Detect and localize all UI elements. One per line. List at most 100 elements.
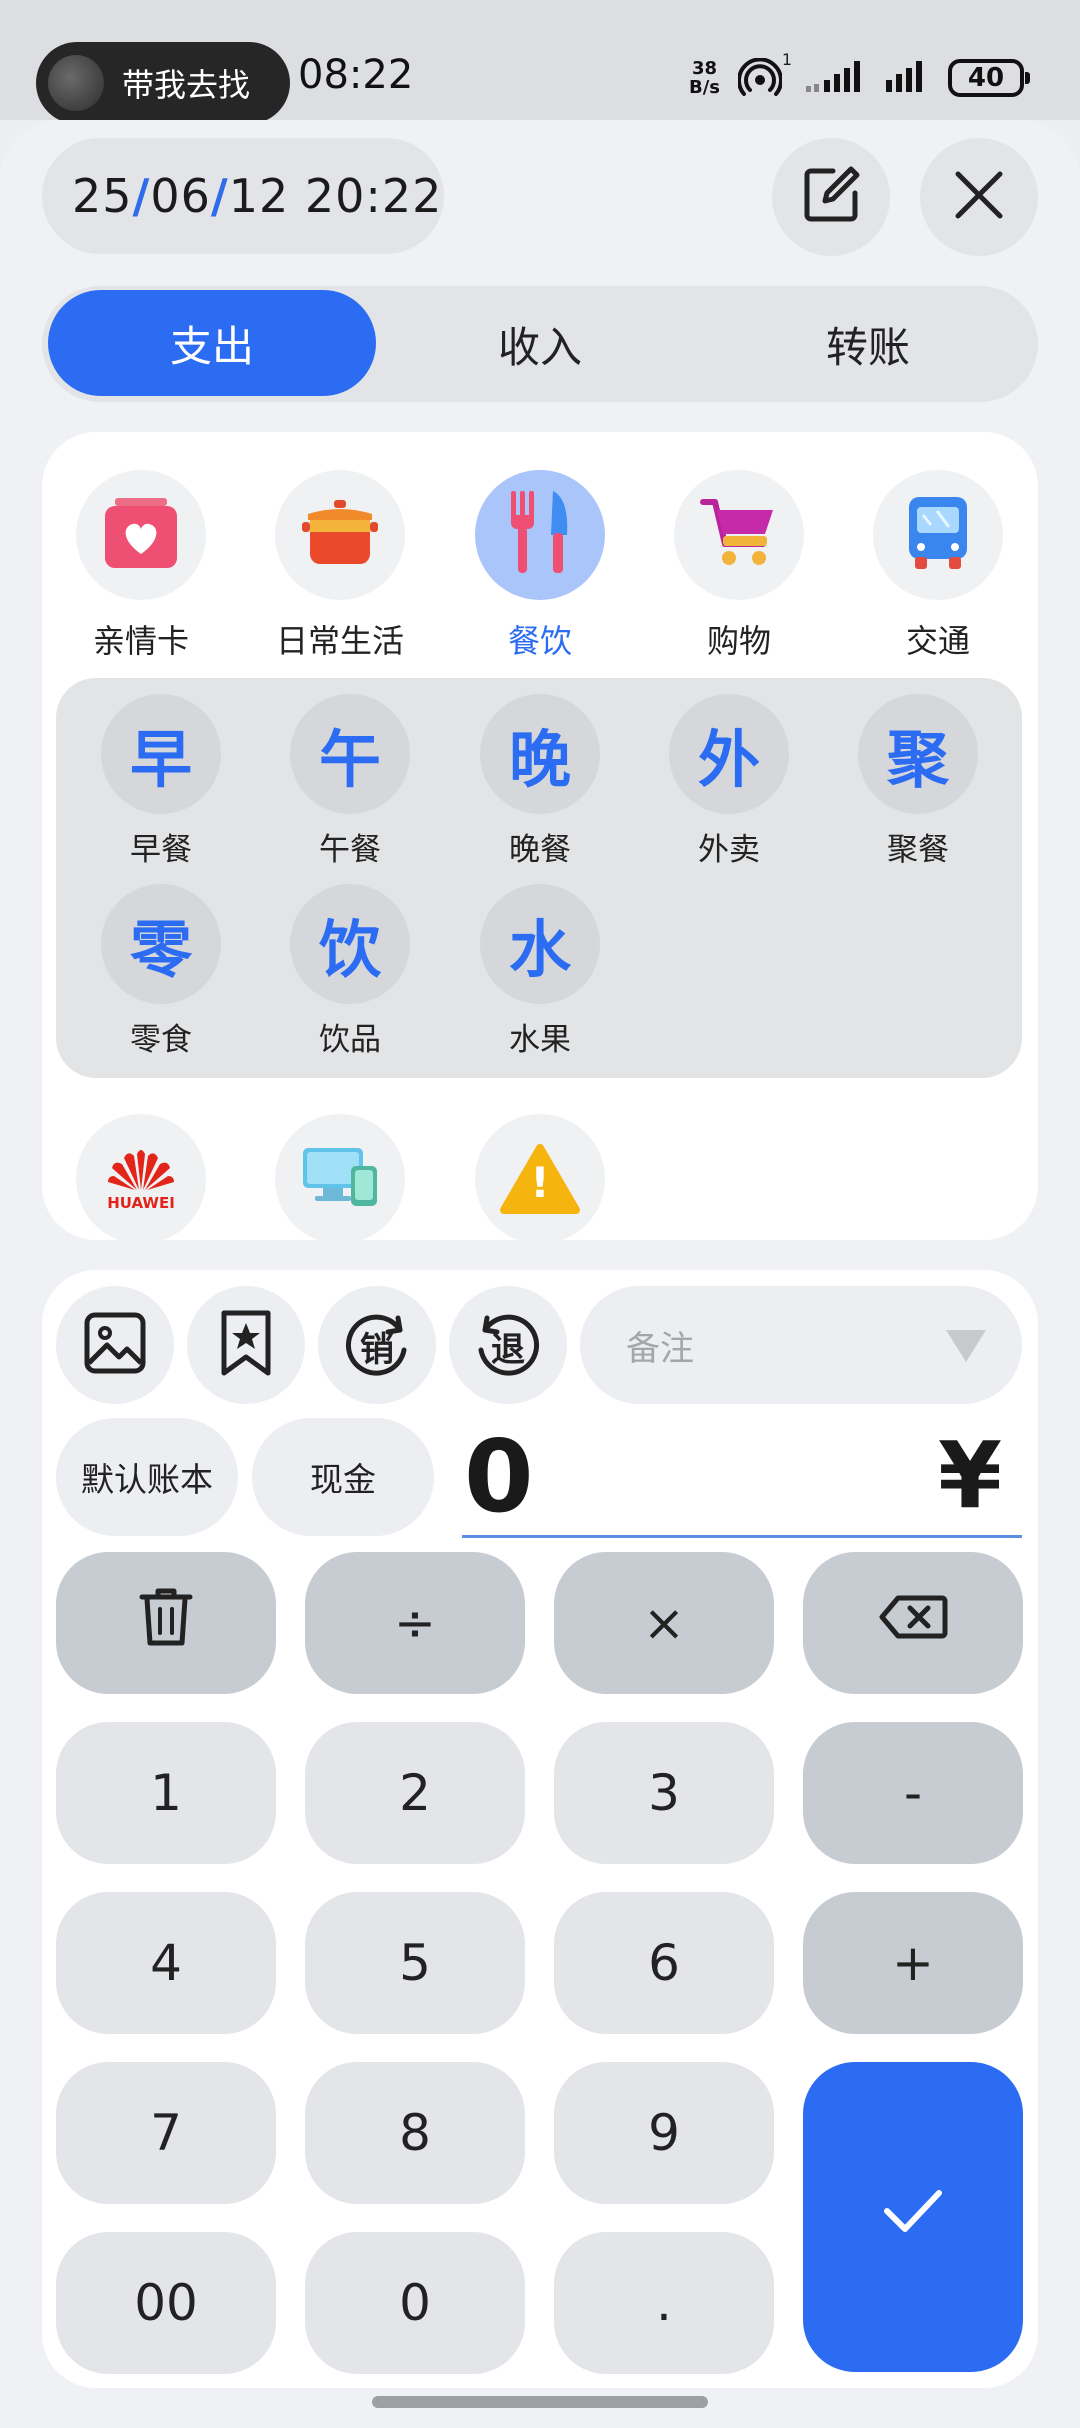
account-selector[interactable]: 现金 [252, 1418, 434, 1536]
subcategory-glyph: 零 [101, 884, 221, 1004]
reimburse-button[interactable]: 销 [318, 1286, 436, 1404]
backspace-button[interactable] [803, 1552, 1023, 1694]
subcategory-drinks[interactable]: 饮 饮品 [275, 884, 425, 1059]
category-huawei[interactable]: HUAWEI [76, 1114, 206, 1244]
digit-key[interactable]: 1 [56, 1722, 276, 1864]
category-daily-life[interactable]: 日常生活 [260, 470, 420, 662]
date-day-time: 12 20:22 [228, 169, 443, 223]
category-shopping[interactable]: 购物 [659, 470, 819, 662]
category-label: 餐饮 [507, 622, 572, 660]
date-separator: / [210, 169, 229, 223]
warning-icon: ! [500, 1144, 580, 1214]
digit-key[interactable]: 0 [305, 2232, 525, 2374]
hotspot-badge: 1 [781, 50, 792, 69]
devices-icon [299, 1144, 381, 1214]
fork-knife-icon [505, 489, 575, 581]
subcategory-glyph: 聚 [858, 694, 978, 814]
subcategory-label: 早餐 [130, 832, 192, 868]
bus-icon [903, 493, 973, 577]
date-year: 25 [72, 169, 133, 223]
subcategory-glyph: 晚 [480, 694, 600, 814]
subcategory-lunch[interactable]: 午 午餐 [275, 694, 425, 869]
refund-button[interactable]: 退 [449, 1286, 567, 1404]
refund-icon: 退 [473, 1310, 543, 1380]
subcategory-glyph: 早 [101, 694, 221, 814]
add-image-button[interactable] [56, 1286, 174, 1404]
subcategory-fruit[interactable]: 水 水果 [465, 884, 615, 1059]
status-icons: 38 B/s 1 40 [688, 50, 1030, 98]
close-button[interactable] [920, 138, 1038, 256]
signal-icon-1 [804, 58, 866, 98]
status-time: 08:22 [298, 52, 414, 98]
amount-display[interactable]: 0 ¥ [462, 1416, 1022, 1538]
trash-icon [138, 1585, 194, 1661]
currency-symbol: ¥ [937, 1422, 1002, 1529]
clear-button[interactable] [56, 1552, 276, 1694]
confirm-button[interactable] [803, 2062, 1023, 2372]
double-zero-key[interactable]: 00 [56, 2232, 276, 2374]
battery-icon: 40 [948, 59, 1030, 97]
digit-key[interactable]: 9 [554, 2062, 774, 2204]
subcategory-dinner[interactable]: 晚 晚餐 [465, 694, 615, 869]
tab-expense[interactable]: 支出 [48, 290, 376, 396]
digit-key[interactable]: 5 [305, 1892, 525, 2034]
home-indicator[interactable] [372, 2396, 708, 2408]
check-icon [881, 2187, 945, 2247]
digit-key[interactable]: 2 [305, 1722, 525, 1864]
subcategory-glyph: 饮 [290, 884, 410, 1004]
subcategory-takeout[interactable]: 外 外卖 [654, 694, 804, 869]
category-label: 亲情卡 [92, 622, 189, 660]
minus-key[interactable]: - [803, 1722, 1023, 1864]
subcategory-label: 饮品 [319, 1022, 381, 1058]
heart-card-icon [101, 496, 181, 574]
network-speed: 38 B/s [688, 58, 720, 98]
category-transport[interactable]: 交通 [858, 470, 1018, 662]
plus-key[interactable]: + [803, 1892, 1023, 2034]
bookmark-button[interactable] [187, 1286, 305, 1404]
chevron-down-icon[interactable] [946, 1330, 986, 1362]
category-label: 交通 [905, 622, 970, 660]
category-other[interactable]: ! [475, 1114, 605, 1244]
decimal-key[interactable]: . [554, 2232, 774, 2374]
digit-key[interactable]: 6 [554, 1892, 774, 2034]
note-placeholder: 备注 [626, 1328, 694, 1369]
tab-income[interactable]: 收入 [376, 286, 704, 402]
note-field[interactable]: 备注 [580, 1286, 1022, 1404]
warning-glyph: ! [530, 1158, 550, 1207]
subcategory-label: 零食 [130, 1022, 192, 1058]
date-month: 06 [150, 169, 211, 223]
subcategory-glyph: 外 [669, 694, 789, 814]
huawei-logo-icon: HUAWEI [106, 1146, 176, 1212]
date-time-picker[interactable]: 25/06/12 20:22 [42, 138, 444, 254]
subcategory-label: 外卖 [698, 832, 760, 868]
account-book-selector[interactable]: 默认账本 [56, 1418, 238, 1536]
sale-icon: 销 [342, 1310, 412, 1380]
category-devices[interactable] [275, 1114, 405, 1244]
divide-key[interactable]: ÷ [305, 1552, 525, 1694]
multiply-key[interactable]: × [554, 1552, 774, 1694]
category-label: 日常生活 [275, 622, 404, 660]
type-tabs: 支出 收入 转账 [42, 286, 1038, 402]
amount-value: 0 [464, 1418, 534, 1535]
digit-key[interactable]: 4 [56, 1892, 276, 2034]
refund-glyph: 退 [491, 1330, 525, 1370]
edit-button[interactable] [772, 138, 890, 256]
category-dining[interactable]: 餐饮 [460, 470, 620, 662]
subcategory-label: 聚餐 [887, 832, 949, 868]
subcategory-breakfast[interactable]: 早 早餐 [86, 694, 236, 869]
subcategory-glyph: 水 [480, 884, 600, 1004]
tab-transfer[interactable]: 转账 [704, 286, 1032, 402]
digit-key[interactable]: 8 [305, 2062, 525, 2204]
subcategory-snacks[interactable]: 零 零食 [86, 884, 236, 1059]
backspace-icon [878, 1594, 948, 1652]
category-family-card[interactable]: 亲情卡 [61, 470, 221, 662]
subcategory-glyph: 午 [290, 694, 410, 814]
digit-key[interactable]: 7 [56, 2062, 276, 2204]
notification-pill[interactable]: 带我去找 [36, 42, 290, 124]
digit-key[interactable]: 3 [554, 1722, 774, 1864]
date-separator: / [132, 169, 151, 223]
subcategory-party[interactable]: 聚 聚餐 [843, 694, 993, 869]
notification-text: 带我去找 [122, 66, 251, 104]
subcategory-label: 水果 [509, 1022, 571, 1058]
image-icon [83, 1311, 147, 1379]
